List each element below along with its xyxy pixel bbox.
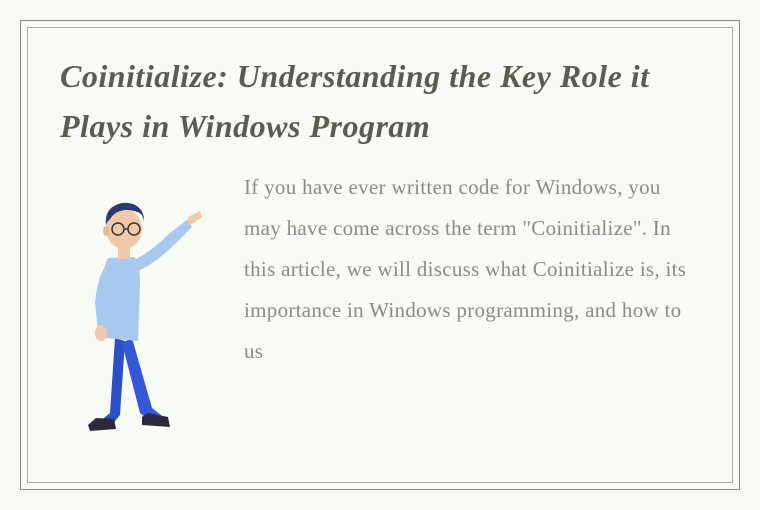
content-row: If you have ever written code for Window… xyxy=(60,163,700,443)
article-title: Coinitialize: Understanding the Key Role… xyxy=(60,52,700,151)
inner-border: Coinitialize: Understanding the Key Role… xyxy=(27,27,733,483)
article-body: If you have ever written code for Window… xyxy=(244,163,700,372)
person-pointing-illustration xyxy=(60,163,220,443)
outer-border: Coinitialize: Understanding the Key Role… xyxy=(20,20,740,490)
